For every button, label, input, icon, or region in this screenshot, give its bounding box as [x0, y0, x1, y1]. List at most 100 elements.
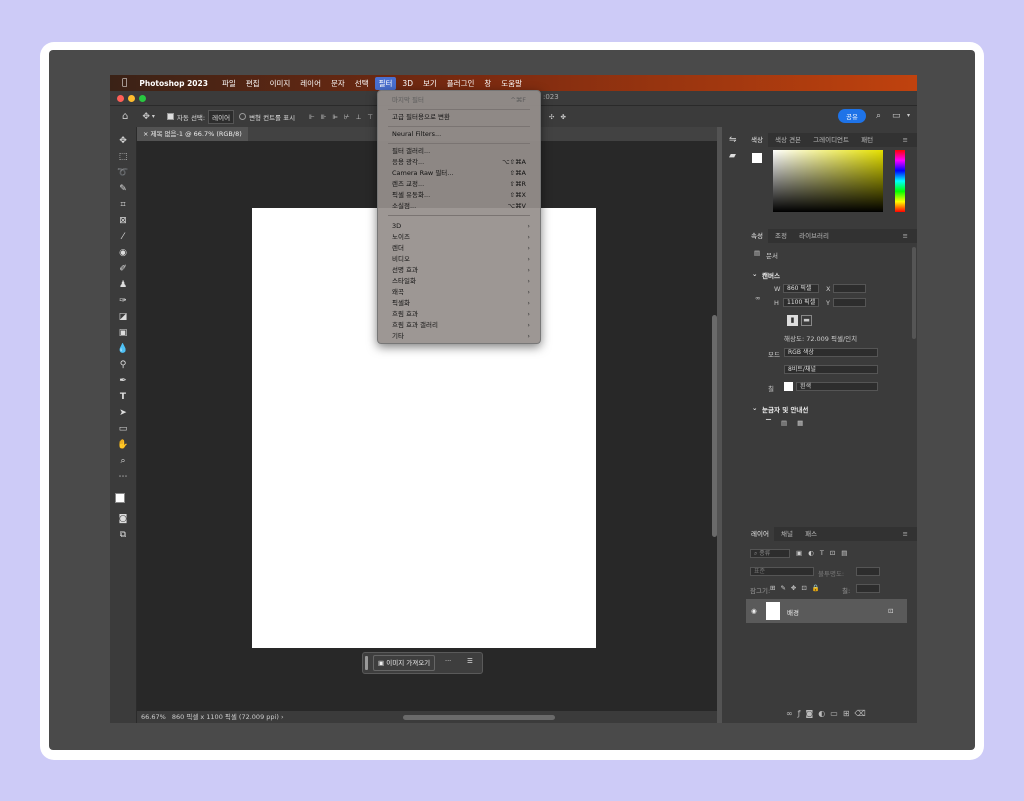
- lasso-tool-icon[interactable]: ➰: [116, 167, 130, 180]
- menu-item-3d[interactable]: 3D ›: [392, 221, 530, 232]
- settings-sliders-icon[interactable]: ☰: [467, 657, 473, 665]
- height-input[interactable]: 1100 픽셀: [783, 298, 819, 307]
- document-tab[interactable]: × 제목 없음-1 @ 66.7% (RGB/8): [137, 127, 248, 141]
- menu-help[interactable]: 도움말: [501, 78, 522, 89]
- tab-layers[interactable]: 레이어: [746, 527, 774, 541]
- panel-menu-icon[interactable]: ≡: [898, 133, 913, 147]
- link-icon[interactable]: ∞: [755, 294, 760, 302]
- menu-file[interactable]: 파일: [222, 78, 236, 89]
- share-button[interactable]: 공유: [838, 109, 866, 123]
- add-mask-icon[interactable]: ◙: [806, 709, 819, 718]
- zoom-window-button[interactable]: [139, 95, 146, 102]
- minimize-window-button[interactable]: [128, 95, 135, 102]
- tab-patterns[interactable]: 패턴: [856, 133, 878, 147]
- more-tools-icon[interactable]: ⋯: [116, 471, 130, 484]
- menu-item-lens-correction[interactable]: 렌즈 교정... ⇧⌘R: [392, 179, 526, 190]
- search-icon[interactable]: ⌕: [876, 111, 881, 121]
- width-input[interactable]: 860 픽셀: [783, 284, 819, 293]
- tab-adjustments[interactable]: 조정: [770, 229, 792, 243]
- fill-dropdown[interactable]: 흰색: [796, 382, 878, 391]
- layer-fill-input[interactable]: [856, 584, 880, 593]
- transform-controls-checkbox[interactable]: [239, 113, 247, 120]
- hue-slider[interactable]: [895, 150, 905, 212]
- blur-tool-icon[interactable]: 💧: [116, 343, 130, 356]
- landscape-orientation-icon[interactable]: ▬: [801, 315, 812, 326]
- menu-item-pixelate[interactable]: 픽셀화 ›: [392, 298, 530, 309]
- menu-item-smart-filter[interactable]: 고급 필터용으로 변환: [392, 112, 526, 123]
- menu-edit[interactable]: 편집: [246, 78, 260, 89]
- history-icon[interactable]: ⇋: [729, 135, 737, 145]
- marquee-tool-icon[interactable]: ⬚: [116, 151, 130, 164]
- align-icons[interactable]: ⊩⊪⊫⊬⊥⊤: [309, 113, 379, 121]
- home-icon[interactable]: ⌂: [122, 111, 128, 122]
- menu-item-last-filter[interactable]: 마지막 필터 ^⌘F: [392, 95, 526, 106]
- tab-color[interactable]: 색상: [746, 133, 768, 147]
- workspace-icon[interactable]: ▭: [892, 111, 901, 121]
- auto-select-checkbox[interactable]: [166, 113, 177, 121]
- menu-item-liquify[interactable]: 픽셀 유동화... ⇧⌘X: [392, 190, 526, 201]
- close-tab-icon[interactable]: ×: [143, 130, 148, 138]
- x-input[interactable]: [833, 284, 866, 293]
- lock-icons[interactable]: ⊞✎✥⊡🔒: [770, 584, 825, 592]
- trash-icon[interactable]: ⌫: [855, 709, 871, 718]
- menu-item-distort[interactable]: 왜곡 ›: [392, 287, 530, 298]
- zoom-tool-icon[interactable]: ⌕: [116, 455, 130, 468]
- import-image-button[interactable]: ▣ 이미지 가져오기: [373, 655, 436, 671]
- tab-libraries[interactable]: 라이브러리: [794, 229, 834, 243]
- tab-gradients[interactable]: 그레이디언트: [808, 133, 854, 147]
- menu-item-sharpen[interactable]: 선명 효과 ›: [392, 265, 530, 276]
- new-layer-icon[interactable]: ⊞: [843, 709, 855, 718]
- horizontal-scrollbar[interactable]: [403, 715, 555, 720]
- tab-properties[interactable]: 속성: [746, 229, 768, 243]
- mode-dropdown[interactable]: RGB 색상: [784, 348, 878, 357]
- menu-item-neural-filters[interactable]: Neural Filters...: [392, 129, 526, 140]
- tab-paths[interactable]: 패스: [800, 527, 822, 541]
- fx-icon[interactable]: ƒ: [798, 709, 806, 718]
- menu-item-camera-raw[interactable]: Camera Raw 필터... ⇧⌘A: [392, 168, 526, 179]
- properties-scrollbar[interactable]: [912, 247, 916, 339]
- menu-item-render[interactable]: 렌더 ›: [392, 243, 530, 254]
- opacity-input[interactable]: [856, 567, 880, 576]
- menu-window[interactable]: 창: [484, 78, 491, 89]
- quick-mask-icon[interactable]: ◙: [116, 513, 130, 526]
- menu-filter[interactable]: 필터: [374, 76, 397, 90]
- type-tool-icon[interactable]: T: [116, 391, 130, 404]
- menu-item-noise[interactable]: 노이즈 ›: [392, 232, 530, 243]
- status-chevron-icon[interactable]: ›: [281, 713, 284, 721]
- bit-depth-dropdown[interactable]: 8비트/채널: [784, 365, 878, 374]
- history-brush-tool-icon[interactable]: ✑: [116, 295, 130, 308]
- stamp-tool-icon[interactable]: ♟: [116, 279, 130, 292]
- ruler-guide-icons[interactable]: ▔▤▦: [766, 419, 813, 427]
- tab-channels[interactable]: 채널: [776, 527, 798, 541]
- lock-icon[interactable]: ⊡: [888, 607, 893, 615]
- healing-tool-icon[interactable]: ◉: [116, 247, 130, 260]
- move-tool-icon[interactable]: ✥: [116, 135, 130, 148]
- menu-layer[interactable]: 레이어: [300, 78, 321, 89]
- menu-item-video[interactable]: 비디오 ›: [392, 254, 530, 265]
- chevron-down-icon[interactable]: ▾: [152, 113, 155, 120]
- vertical-scrollbar[interactable]: [712, 315, 717, 537]
- menu-item-blur[interactable]: 흐림 효과 ›: [392, 309, 530, 320]
- close-window-button[interactable]: [117, 95, 124, 102]
- tab-swatches[interactable]: 색상 견본: [770, 133, 806, 147]
- menu-select[interactable]: 선택: [355, 78, 369, 89]
- shape-tool-icon[interactable]: ▭: [116, 423, 130, 436]
- eyedropper-tool-icon[interactable]: ⁄: [116, 231, 130, 244]
- frame-tool-icon[interactable]: ⊠: [116, 215, 130, 228]
- screen-mode-icon[interactable]: ⧉: [116, 529, 130, 542]
- document-info[interactable]: 860 픽셀 x 1100 픽셀 (72.009 ppi): [172, 713, 279, 721]
- blend-mode-dropdown[interactable]: 표준: [750, 567, 814, 576]
- dodge-tool-icon[interactable]: ⚲: [116, 359, 130, 372]
- color-picker-field[interactable]: [773, 150, 883, 212]
- hand-tool-icon[interactable]: ✋: [116, 439, 130, 452]
- layer-filter-dropdown[interactable]: ⌕ 종류: [750, 549, 790, 558]
- workspace-chevron-icon[interactable]: ▾: [907, 112, 910, 119]
- menu-item-stylize[interactable]: 스타일화 ›: [392, 276, 530, 287]
- rulers-section-chevron-icon[interactable]: ⌄: [752, 404, 757, 412]
- quick-select-tool-icon[interactable]: ✎: [116, 183, 130, 196]
- auto-select-dropdown[interactable]: 레이어: [208, 109, 235, 124]
- new-group-icon[interactable]: ▭: [830, 709, 843, 718]
- eye-icon[interactable]: ◉: [751, 607, 757, 615]
- menu-plugins[interactable]: 플러그인: [447, 78, 475, 89]
- panel-menu-icon[interactable]: ≡: [898, 527, 913, 541]
